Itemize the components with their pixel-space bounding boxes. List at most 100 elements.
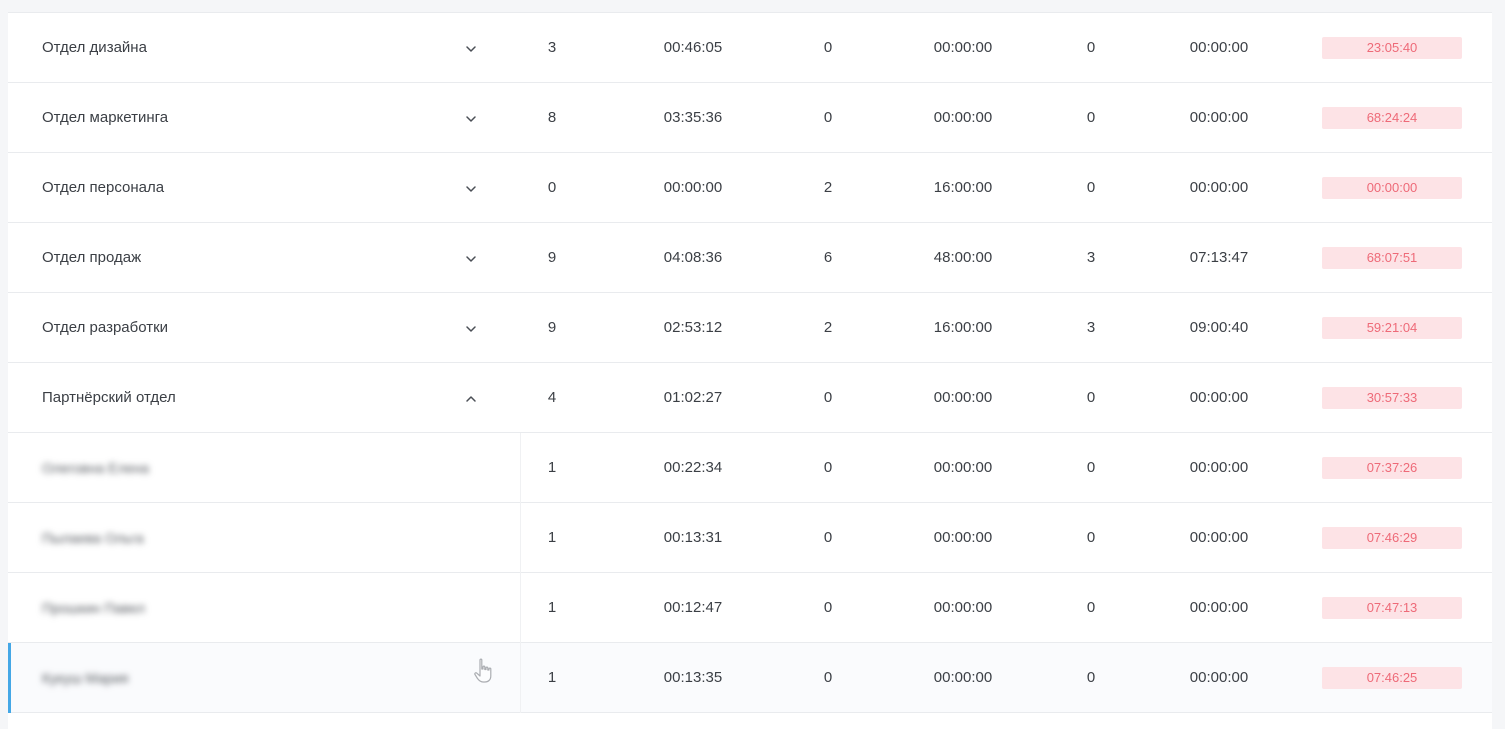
table-row[interactable]: Отдел продаж 9 04:08:36 6 48:00:00 3 07:… bbox=[8, 223, 1492, 293]
department-name: Отдел персонала bbox=[42, 179, 165, 196]
remaining-time-badge: 07:46:25 bbox=[1322, 667, 1462, 689]
count-cell-3: 0 bbox=[1086, 109, 1096, 126]
table-row[interactable]: Пылаева Ольга 1 00:13:31 0 00:00:00 0 00… bbox=[8, 503, 1492, 573]
count-cell-2: 0 bbox=[823, 599, 833, 616]
count-cell-3: 0 bbox=[1086, 529, 1096, 546]
count-cell-2: 0 bbox=[823, 39, 833, 56]
selected-row-accent bbox=[8, 643, 11, 713]
time-cell-1: 00:13:35 bbox=[663, 669, 723, 686]
time-cell-2: 00:00:00 bbox=[933, 459, 993, 476]
count-cell-3: 0 bbox=[1086, 669, 1096, 686]
table-row[interactable]: Отдел разработки 9 02:53:12 2 16:00:00 3… bbox=[8, 293, 1492, 363]
table-row[interactable]: Отдел дизайна 3 00:46:05 0 00:00:00 0 00… bbox=[8, 13, 1492, 83]
time-cell-2: 48:00:00 bbox=[933, 249, 993, 266]
column-seam bbox=[520, 573, 521, 643]
count-cell-3: 0 bbox=[1086, 459, 1096, 476]
count-cell-3: 0 bbox=[1086, 39, 1096, 56]
column-seam bbox=[520, 433, 521, 503]
count-cell-2: 0 bbox=[823, 529, 833, 546]
remaining-time-badge: 07:47:13 bbox=[1322, 597, 1462, 619]
remaining-time-badge: 23:05:40 bbox=[1322, 37, 1462, 59]
table-row[interactable]: Олеговна Елена 1 00:22:34 0 00:00:00 0 0… bbox=[8, 433, 1492, 503]
time-cell-3: 00:00:00 bbox=[1189, 109, 1249, 126]
time-cell-2: 00:00:00 bbox=[933, 599, 993, 616]
column-seam bbox=[520, 643, 521, 713]
count-cell-1: 1 bbox=[547, 669, 557, 686]
table-row[interactable]: Прошкин Павел 1 00:12:47 0 00:00:00 0 00… bbox=[8, 573, 1492, 643]
chevron-down-icon[interactable] bbox=[464, 42, 478, 54]
count-cell-1: 0 bbox=[547, 179, 557, 196]
time-cell-3: 00:00:00 bbox=[1189, 669, 1249, 686]
time-cell-3: 00:00:00 bbox=[1189, 389, 1249, 406]
count-cell-2: 0 bbox=[823, 109, 833, 126]
employee-name: Прошкин Павел bbox=[42, 600, 146, 616]
table-row[interactable]: Отдел маркетинга 8 03:35:36 0 00:00:00 0… bbox=[8, 83, 1492, 153]
count-cell-2: 0 bbox=[823, 389, 833, 406]
count-cell-1: 9 bbox=[547, 319, 557, 336]
time-cell-1: 04:08:36 bbox=[663, 249, 723, 266]
remaining-time-badge: 30:57:33 bbox=[1322, 387, 1462, 409]
time-cell-2: 00:00:00 bbox=[933, 389, 993, 406]
remaining-time-badge: 07:46:29 bbox=[1322, 527, 1462, 549]
time-cell-3: 00:00:00 bbox=[1189, 529, 1249, 546]
remaining-time-badge: 07:37:26 bbox=[1322, 457, 1462, 479]
count-cell-1: 4 bbox=[547, 389, 557, 406]
time-cell-3: 00:00:00 bbox=[1189, 599, 1249, 616]
time-cell-1: 01:02:27 bbox=[663, 389, 723, 406]
count-cell-2: 2 bbox=[823, 179, 833, 196]
count-cell-1: 1 bbox=[547, 459, 557, 476]
chevron-down-icon[interactable] bbox=[464, 112, 478, 124]
count-cell-2: 2 bbox=[823, 319, 833, 336]
chevron-down-icon[interactable] bbox=[464, 322, 478, 334]
time-cell-1: 00:00:00 bbox=[663, 179, 723, 196]
hand-cursor-icon bbox=[472, 657, 496, 685]
department-time-table: Отдел дизайна 3 00:46:05 0 00:00:00 0 00… bbox=[8, 12, 1492, 729]
department-name: Отдел дизайна bbox=[42, 39, 147, 56]
time-cell-2: 00:00:00 bbox=[933, 529, 993, 546]
count-cell-1: 1 bbox=[547, 599, 557, 616]
time-cell-2: 00:00:00 bbox=[933, 39, 993, 56]
column-seam bbox=[520, 503, 521, 573]
remaining-time-badge: 68:24:24 bbox=[1322, 107, 1462, 129]
time-cell-2: 00:00:00 bbox=[933, 109, 993, 126]
table-row[interactable]: Кукуш Мария 1 00:13:35 0 00:00:00 0 00:0… bbox=[8, 643, 1492, 713]
count-cell-1: 8 bbox=[547, 109, 557, 126]
remaining-time-badge: 59:21:04 bbox=[1322, 317, 1462, 339]
count-cell-1: 9 bbox=[547, 249, 557, 266]
count-cell-2: 6 bbox=[823, 249, 833, 266]
count-cell-2: 0 bbox=[823, 459, 833, 476]
chevron-up-icon[interactable] bbox=[464, 392, 478, 404]
count-cell-2: 0 bbox=[823, 669, 833, 686]
time-cell-3: 00:00:00 bbox=[1189, 39, 1249, 56]
table-row[interactable]: Отдел персонала 0 00:00:00 2 16:00:00 0 … bbox=[8, 153, 1492, 223]
employee-name: Пылаева Ольга bbox=[42, 530, 144, 546]
department-name: Отдел маркетинга bbox=[42, 109, 169, 126]
time-cell-3: 09:00:40 bbox=[1189, 319, 1249, 336]
time-cell-1: 00:12:47 bbox=[663, 599, 723, 616]
count-cell-3: 0 bbox=[1086, 389, 1096, 406]
time-cell-3: 07:13:47 bbox=[1189, 249, 1249, 266]
department-name: Партнёрский отдел bbox=[42, 389, 176, 406]
count-cell-3: 0 bbox=[1086, 599, 1096, 616]
time-cell-1: 03:35:36 bbox=[663, 109, 723, 126]
employee-name: Олеговна Елена bbox=[42, 460, 149, 476]
chevron-down-icon[interactable] bbox=[464, 182, 478, 194]
time-cell-2: 16:00:00 bbox=[933, 319, 993, 336]
time-cell-3: 00:00:00 bbox=[1189, 459, 1249, 476]
time-cell-2: 16:00:00 bbox=[933, 179, 993, 196]
time-cell-1: 00:46:05 bbox=[663, 39, 723, 56]
time-cell-3: 00:00:00 bbox=[1189, 179, 1249, 196]
time-cell-1: 00:13:31 bbox=[663, 529, 723, 546]
time-cell-1: 00:22:34 bbox=[663, 459, 723, 476]
department-name: Отдел продаж bbox=[42, 249, 142, 266]
chevron-down-icon[interactable] bbox=[464, 252, 478, 264]
count-cell-3: 0 bbox=[1086, 179, 1096, 196]
department-name: Отдел разработки bbox=[42, 319, 169, 336]
count-cell-3: 3 bbox=[1086, 249, 1096, 266]
table-row[interactable]: Партнёрский отдел 4 01:02:27 0 00:00:00 … bbox=[8, 363, 1492, 433]
remaining-time-badge: 00:00:00 bbox=[1322, 177, 1462, 199]
time-cell-2: 00:00:00 bbox=[933, 669, 993, 686]
employee-name: Кукуш Мария bbox=[42, 670, 129, 686]
time-cell-1: 02:53:12 bbox=[663, 319, 723, 336]
count-cell-1: 3 bbox=[547, 39, 557, 56]
